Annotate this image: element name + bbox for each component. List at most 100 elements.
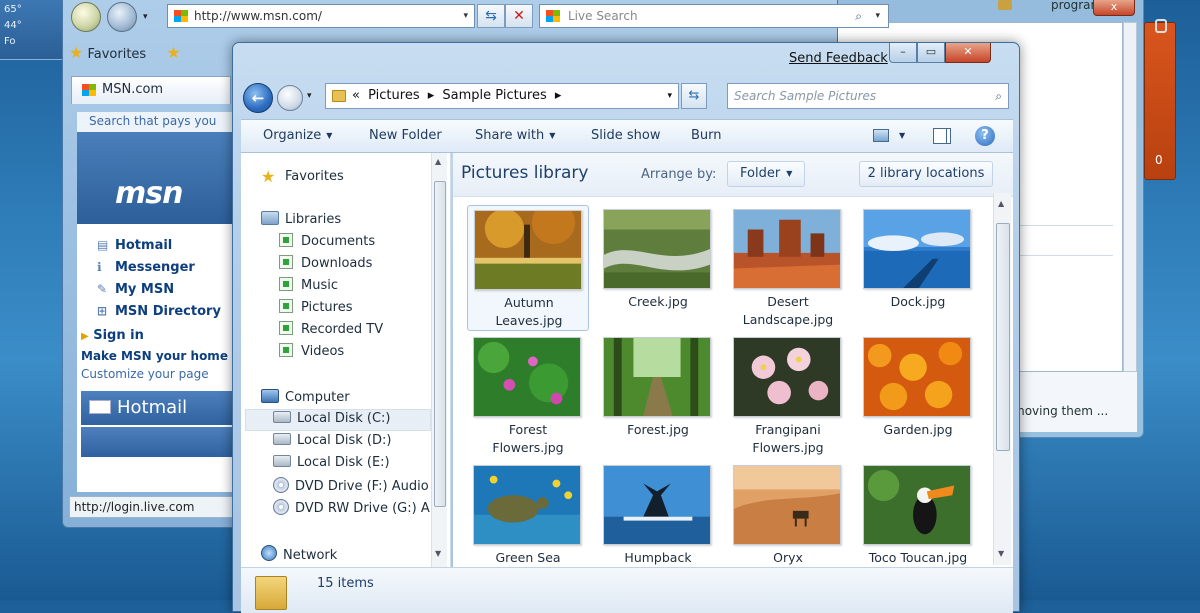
breadcrumb-pictures[interactable]: Pictures (368, 88, 419, 103)
file-tile[interactable]: Garden.jpg (857, 333, 979, 459)
burn-button[interactable]: Burn (691, 120, 722, 152)
help-icon[interactable]: ? (975, 126, 995, 146)
weather-gadget[interactable]: 65° 44° Fo (0, 0, 64, 60)
navigation-scrollbar[interactable]: ▲ ▼ (431, 153, 447, 567)
slide-show-button[interactable]: Slide show (591, 120, 660, 152)
messenger-box[interactable] (81, 427, 233, 457)
views-icon[interactable] (873, 129, 889, 142)
explorer-address-bar[interactable]: « Pictures ▸ Sample Pictures ▸ ▾ (325, 83, 679, 109)
nav-drive-c[interactable]: Local Disk (C:) (273, 411, 390, 426)
make-msn-home-link[interactable]: Make MSN your home (77, 343, 237, 363)
chevron-down-icon[interactable]: ▾ (143, 12, 148, 22)
views-dropdown[interactable]: ▼ (899, 120, 905, 152)
close-button[interactable]: ✕ (945, 43, 991, 63)
recent-pages-dropdown[interactable]: ▾ (307, 91, 312, 101)
search-promo-link[interactable]: Search that pays you (77, 112, 237, 132)
breadcrumb-sample-pictures[interactable]: Sample Pictures (442, 88, 546, 103)
msn-directory-link[interactable]: ⊞ MSN Directory (97, 300, 237, 322)
ie-search-box[interactable]: Live Search ⌕ ▾ (539, 4, 889, 28)
back-button[interactable]: ← (243, 83, 273, 113)
nav-computer[interactable]: Computer (261, 389, 350, 405)
ie-favorites-bar[interactable]: ★ Favorites ★ (69, 40, 239, 66)
add-favorite-icon[interactable]: ★ (166, 43, 180, 62)
favorites-button[interactable]: Favorites (87, 47, 146, 62)
library-icon (279, 343, 293, 357)
background-close-button[interactable]: x (1093, 0, 1135, 16)
file-tile[interactable]: Humpback (597, 461, 719, 567)
file-tile[interactable]: Creek.jpg (597, 205, 719, 331)
nav-drive-g[interactable]: DVD RW Drive (G:) A (273, 499, 430, 516)
nav-library-pictures[interactable]: Pictures (279, 299, 352, 315)
share-with-button[interactable]: Share with ▼ (475, 120, 555, 152)
preview-pane-icon[interactable] (933, 128, 951, 144)
new-folder-button[interactable]: New Folder (369, 120, 442, 152)
my-msn-link[interactable]: ✎ My MSN (97, 278, 237, 300)
background-scrollbar[interactable] (1123, 22, 1137, 372)
nav-library-downloads[interactable]: Downloads (279, 255, 372, 271)
chevron-down-icon[interactable]: ▾ (463, 5, 468, 27)
msn-logo: msn (115, 176, 183, 211)
messenger-link[interactable]: ℹ Messenger (97, 256, 237, 278)
msn-page: Search that pays you msn ▤ Hotmail ℹ Messe… (77, 112, 237, 492)
chevron-down-icon[interactable]: ▾ (667, 84, 672, 108)
scroll-thumb[interactable] (996, 223, 1010, 451)
breadcrumb-separator[interactable]: ▸ (555, 88, 562, 103)
ie-stop-button[interactable]: ✕ (505, 4, 533, 28)
breadcrumb-separator[interactable]: ▸ (428, 88, 435, 103)
forward-button[interactable] (277, 85, 303, 111)
hard-disk-icon (273, 433, 291, 445)
nav-libraries[interactable]: Libraries (261, 211, 341, 227)
file-tile[interactable]: Autumn Leaves.jpg (467, 205, 589, 331)
ie-refresh-button[interactable]: ⇆ (477, 4, 505, 28)
sign-in-link[interactable]: ▶ Sign in (77, 322, 237, 343)
library-locations-button[interactable]: 2 library locations (859, 161, 993, 187)
file-tile[interactable]: Forest.jpg (597, 333, 719, 459)
nav-drive-d[interactable]: Local Disk (D:) (273, 433, 391, 448)
nav-library-documents[interactable]: Documents (279, 233, 375, 249)
explorer-window[interactable]: Send Feedback – ▭ ✕ ← ▾ « Pictures ▸ Sam… (232, 42, 1020, 613)
hotmail-box[interactable]: Hotmail (81, 391, 233, 425)
scroll-down-icon[interactable]: ▼ (998, 549, 1004, 558)
nav-library-recorded-tv[interactable]: Recorded TV (279, 321, 383, 337)
content-scrollbar[interactable]: ▲ ▼ (993, 193, 1011, 565)
file-tile[interactable]: Toco Toucan.jpg (857, 461, 979, 567)
scroll-up-icon[interactable]: ▲ (435, 157, 441, 166)
send-feedback-link[interactable]: Send Feedback (789, 51, 888, 66)
breadcrumb-overflow[interactable]: « (352, 88, 360, 103)
nav-network[interactable]: Network (261, 545, 337, 563)
chevron-down-icon: ▼ (326, 131, 333, 140)
nav-favorites[interactable]: ★ Favorites (261, 167, 344, 186)
explorer-search-input[interactable]: Search Sample Pictures ⌕ (727, 83, 1009, 109)
orange-gadget[interactable]: 0 (1144, 19, 1176, 180)
arrange-by-dropdown[interactable]: Folder ▼ (727, 161, 805, 187)
file-tile[interactable]: Oryx (727, 461, 849, 567)
ie-back-button[interactable] (71, 2, 101, 32)
refresh-button[interactable]: ⇆ (681, 83, 707, 109)
live-search-icon (546, 10, 560, 22)
chevron-down-icon[interactable]: ▾ (875, 5, 880, 27)
organize-button[interactable]: Organize ▼ (263, 120, 332, 152)
scroll-thumb[interactable] (434, 181, 446, 507)
navigation-pane: ★ Favorites Libraries Documents Downloads… (241, 153, 451, 567)
maximize-button[interactable]: ▭ (917, 43, 945, 63)
file-tile[interactable]: Dock.jpg (857, 205, 979, 331)
file-tile[interactable]: Green Sea (467, 461, 589, 567)
scroll-down-icon[interactable]: ▼ (435, 549, 441, 558)
scroll-up-icon[interactable]: ▲ (998, 199, 1004, 208)
nav-library-music[interactable]: Music (279, 277, 338, 293)
minimize-button[interactable]: – (889, 43, 917, 63)
search-icon[interactable]: ⌕ (855, 5, 862, 27)
file-tile[interactable]: Desert Landscape.jpg (727, 205, 849, 331)
nav-drive-f[interactable]: DVD Drive (F:) Audio (273, 477, 429, 494)
dvd-icon (273, 477, 289, 493)
hotmail-link[interactable]: ▤ Hotmail (97, 234, 237, 256)
nav-drive-e[interactable]: Local Disk (E:) (273, 455, 390, 470)
nav-library-videos[interactable]: Videos (279, 343, 344, 359)
ie-forward-button[interactable] (107, 2, 137, 32)
customize-link[interactable]: Customize your page (77, 363, 237, 381)
file-tile[interactable]: Forest Flowers.jpg (467, 333, 589, 459)
ie-tab-msn[interactable]: MSN.com (71, 76, 231, 104)
search-icon[interactable]: ⌕ (995, 84, 1002, 108)
file-tile[interactable]: Frangipani Flowers.jpg (727, 333, 849, 459)
ie-address-bar[interactable]: http://www.msn.com/ ▾ (167, 4, 475, 28)
